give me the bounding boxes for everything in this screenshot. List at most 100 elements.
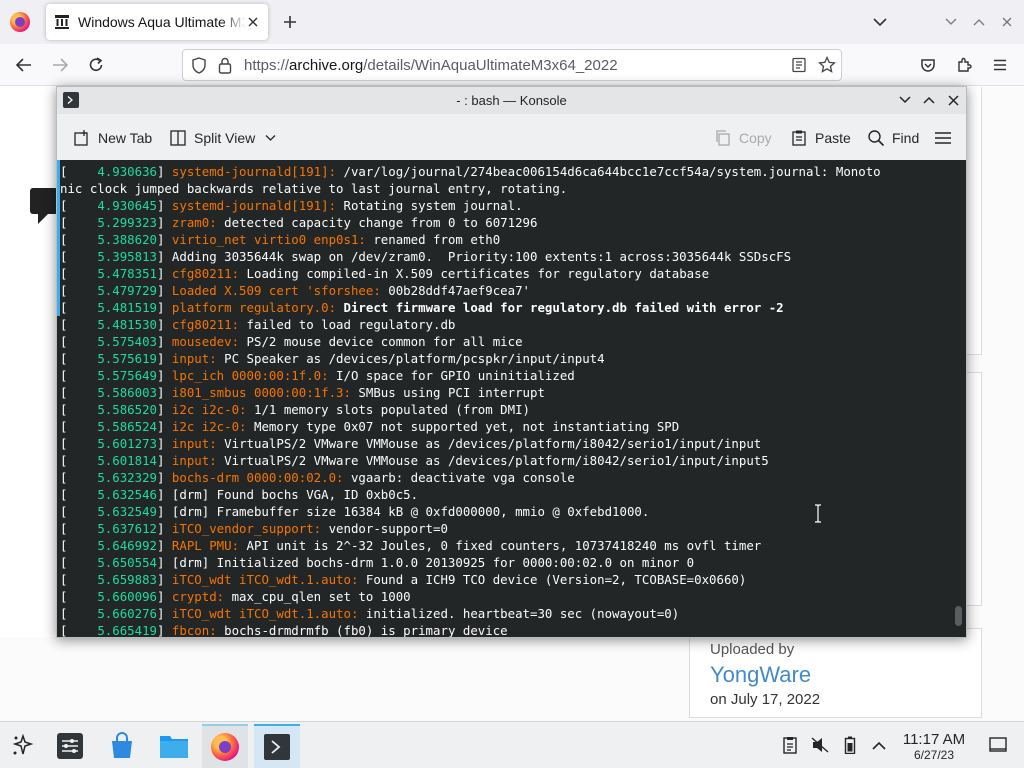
terminal-text: fbcon: xyxy=(171,623,217,637)
terminal-text: iTCO_vendor_support: xyxy=(171,521,322,536)
comment-icon[interactable] xyxy=(30,188,58,224)
terminal-line: [ 5.586524] i2c i2c-0: Memory type 0x07 … xyxy=(60,418,940,435)
settings-icon[interactable] xyxy=(47,724,93,768)
terminal-text: [ xyxy=(60,249,98,264)
url-text[interactable]: https://archive.org/details/WinAquaUltim… xyxy=(244,57,618,74)
terminal-text: ] xyxy=(157,300,172,315)
paste-button[interactable]: Paste xyxy=(790,127,851,149)
close-icon[interactable] xyxy=(997,12,1017,32)
text-cursor-icon xyxy=(814,504,822,523)
terminal-text: input: xyxy=(171,453,217,468)
page-left-margin xyxy=(0,87,56,637)
terminal-text: 5.575649 xyxy=(97,368,157,383)
terminal-text: 5.601814 xyxy=(97,453,157,468)
split-view-button[interactable]: Split View xyxy=(169,127,283,149)
close-icon[interactable] xyxy=(246,12,260,32)
terminal-text: 5.478351 xyxy=(97,266,157,281)
terminal-line: [ 5.479729] Loaded X.509 cert 'sforshee:… xyxy=(60,282,940,299)
volume-muted-icon[interactable] xyxy=(810,735,830,755)
terminal-text: [ xyxy=(60,317,98,332)
terminal-text: 5.575403 xyxy=(97,334,157,349)
terminal-text: 4.930636 xyxy=(97,164,157,179)
terminal-text: ] [drm] Initialized bochs-drm 1.0.0 2013… xyxy=(157,555,695,570)
hamburger-icon[interactable] xyxy=(934,127,959,149)
battery-icon[interactable] xyxy=(840,735,860,755)
maximize-icon[interactable] xyxy=(920,91,938,109)
terminal-text: SMBus using PCI interrupt xyxy=(350,385,545,400)
terminal-text: ] [drm] Found bochs VGA, ID 0xb0c5. xyxy=(157,487,419,502)
url-path: /details/WinAquaUltimateM3x64_2022 xyxy=(363,57,618,74)
terminal-scrollbar[interactable] xyxy=(952,160,964,637)
notes-icon[interactable] xyxy=(780,735,800,755)
terminal-text: [ xyxy=(60,232,98,247)
tab-title: Windows Aqua Ultimate M3x64_2022 xyxy=(78,14,246,30)
browser-tab-active[interactable]: Windows Aqua Ultimate M3x64_2022 xyxy=(46,4,268,40)
extensions-icon[interactable] xyxy=(951,52,977,78)
konsole-taskbar-button[interactable] xyxy=(254,724,300,768)
folder-icon[interactable] xyxy=(151,724,197,768)
terminal-line: [ 5.586520] i2c i2c-0: 1/1 memory slots … xyxy=(60,401,940,418)
terminal-line: [ 5.665419] fbcon: bochs-drmdrmfb (fb0) … xyxy=(60,622,940,637)
forward-icon[interactable] xyxy=(47,52,73,78)
terminal-text: 4.930645 xyxy=(97,198,157,213)
terminal-text: ] xyxy=(157,572,172,587)
menu-icon[interactable] xyxy=(987,52,1013,78)
terminal-text: virtio_net virtio0 enp0s1: xyxy=(171,232,366,247)
clock-time[interactable]: 11:17 AM xyxy=(896,731,972,748)
terminal-line: [ 5.388620] virtio_net virtio0 enp0s1: r… xyxy=(60,231,940,248)
minimize-icon[interactable] xyxy=(941,12,961,32)
terminal-text: 5.388620 xyxy=(97,232,157,247)
maximize-icon[interactable] xyxy=(969,12,989,32)
terminal-line: [ 5.601814] input: VirtualPS/2 VMware VM… xyxy=(60,452,940,469)
uploaded-by-label: Uploaded by xyxy=(710,641,795,658)
terminal-text: initialized. heartbeat=30 sec (nowayout=… xyxy=(358,606,680,621)
minimize-icon[interactable] xyxy=(896,91,914,109)
reload-icon[interactable] xyxy=(83,52,109,78)
terminal-text: i801_smbus 0000:00:1f.3: xyxy=(171,385,351,400)
copy-button[interactable]: Copy xyxy=(714,127,772,149)
desktop-icon[interactable] xyxy=(988,735,1008,755)
firefox-icon[interactable] xyxy=(10,12,30,32)
browser-tab-bar: Windows Aqua Ultimate M3x64_2022 xyxy=(0,0,1024,44)
find-button[interactable]: Find xyxy=(867,127,919,149)
terminal-text: iTCO_wdt iTCO_wdt.1.auto: xyxy=(171,572,359,587)
chevron-up-icon[interactable] xyxy=(869,735,889,755)
terminal-text: mousedev: xyxy=(171,334,240,349)
terminal-text: [ xyxy=(60,283,98,298)
terminal-line: [ 5.601273] input: VirtualPS/2 VMware VM… xyxy=(60,435,940,452)
back-icon[interactable] xyxy=(11,52,37,78)
terminal-text: ] xyxy=(157,470,172,485)
chevron-down-icon[interactable] xyxy=(869,11,891,33)
uploader-link[interactable]: YongWare xyxy=(710,662,811,688)
shield-icon[interactable] xyxy=(191,57,207,77)
terminal-view[interactable]: [ 4.930636] systemd-journald[191]: /var/… xyxy=(57,160,966,637)
konsole-titlebar[interactable]: - : bash — Konsole xyxy=(57,87,966,114)
star-icon[interactable] xyxy=(818,55,836,77)
window-title: - : bash — Konsole xyxy=(456,93,567,108)
clock-date[interactable]: 6/27/23 xyxy=(896,748,972,762)
terminal-scrollbar-thumb[interactable] xyxy=(955,606,962,626)
reader-icon[interactable] xyxy=(791,57,807,76)
terminal-text: bochs-drmdrmfb (fb0) is primary device xyxy=(216,623,508,637)
terminal-text: ] xyxy=(157,589,172,604)
terminal-text: 5.632549 xyxy=(97,504,157,519)
terminal-text: RAPL PMU: xyxy=(171,538,240,553)
firefox-taskbar-button[interactable] xyxy=(202,724,248,768)
terminal-text: [ xyxy=(60,487,98,502)
terminal-text: nic clock jumped backwards relative to l… xyxy=(60,181,568,196)
terminal-text: [ xyxy=(60,589,98,604)
terminal-text: ] [drm] Framebuffer size 16384 kB @ 0xfd… xyxy=(157,504,650,519)
terminal-text: cryptd: xyxy=(171,589,225,604)
url-bar[interactable]: https://archive.org/details/WinAquaUltim… xyxy=(182,49,842,81)
plus-icon[interactable] xyxy=(279,11,301,33)
terminal-text: vendor-support=0 xyxy=(321,521,448,536)
close-icon[interactable] xyxy=(944,91,962,109)
terminal-line: [ 5.660096] cryptd: max_cpu_qlen set to … xyxy=(60,588,940,605)
konsole-toolbar: New Tab Split View Copy Paste Find xyxy=(57,114,966,160)
app-launcher-icon[interactable] xyxy=(0,724,46,768)
discover-icon[interactable] xyxy=(99,724,145,768)
pocket-icon[interactable] xyxy=(915,52,941,78)
terminal-icon xyxy=(264,734,290,760)
lock-icon[interactable] xyxy=(218,57,232,77)
new-tab-button[interactable]: New Tab xyxy=(73,127,152,149)
